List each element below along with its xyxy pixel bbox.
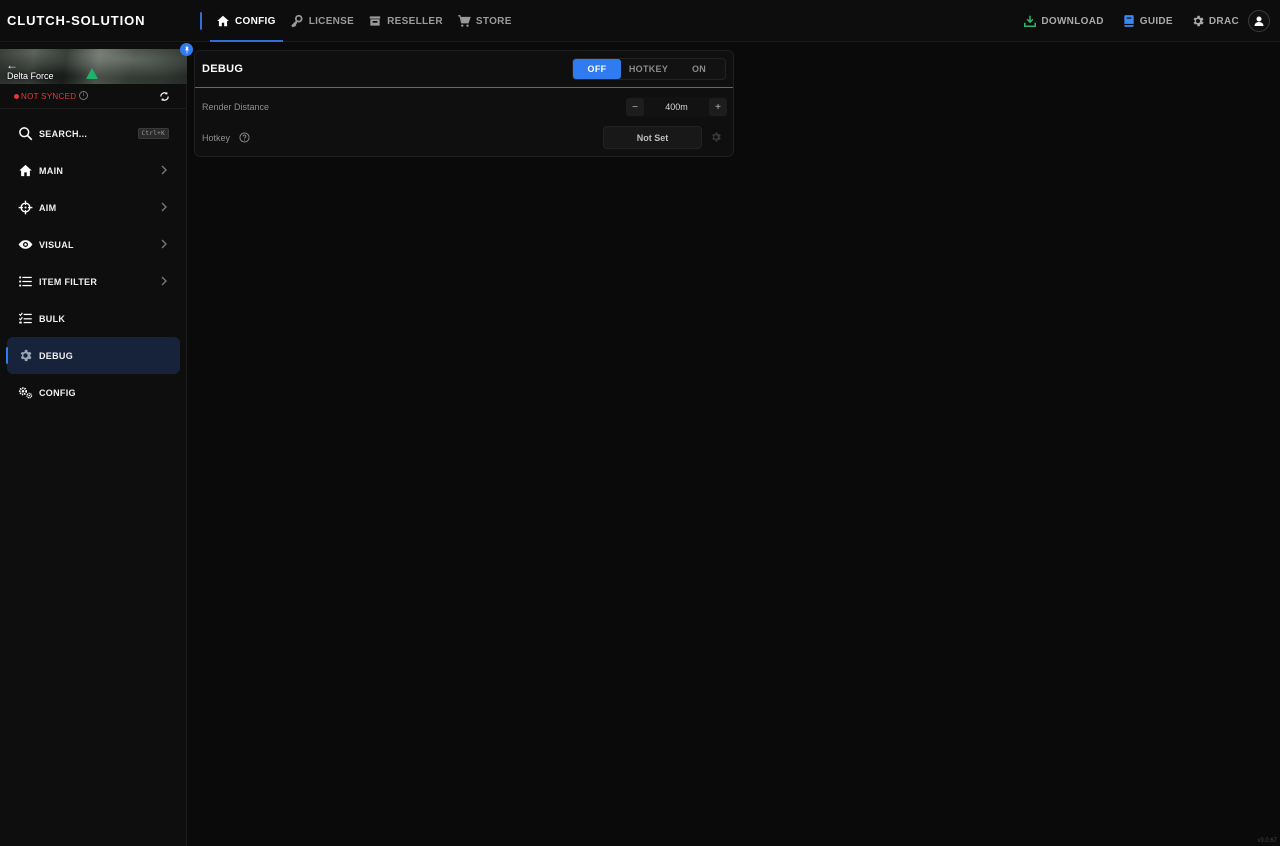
sidebar-item-item-filter[interactable]: ITEM FILTER [7,263,180,300]
decrement-button[interactable]: − [626,98,644,116]
nav-config[interactable]: CONFIG [210,0,283,42]
sidebar-item-debug[interactable]: DEBUG [6,337,180,374]
game-banner[interactable]: ← Delta Force [0,49,187,84]
crosshair-icon [18,200,32,215]
sidebar-item-main[interactable]: MAIN [7,152,180,189]
download-icon [1024,15,1037,28]
download-label: DOWNLOAD [1041,15,1104,27]
chevron-right-icon [161,165,167,175]
sidebar-item-config[interactable]: CONFIG [7,374,180,411]
nav-reseller[interactable]: RESELLER [361,0,450,42]
gear-icon [20,349,32,362]
guide-label: GUIDE [1139,15,1173,27]
sidebar-item-label: DEBUG [39,350,74,361]
sidebar-item-bulk[interactable]: BULK [7,300,180,337]
home-icon [18,164,32,177]
sidebar-item-label: VISUAL [39,239,74,250]
game-name: Delta Force [7,71,54,81]
nav-reseller-label: RESELLER [387,15,443,27]
sidebar-item-visual[interactable]: VISUAL [7,226,180,263]
mode-off-button[interactable]: OFF [573,59,621,79]
key-icon [290,14,303,28]
user-settings-button[interactable]: DRAC [1182,0,1248,42]
render-distance-label: Render Distance [202,102,270,112]
gears-icon [18,387,32,399]
nav-license-label: LICENSE [308,15,355,27]
render-distance-stepper: − 400m + [626,97,727,117]
hotkey-settings-gear-icon[interactable] [710,131,722,143]
gear-icon [1193,15,1204,27]
top-divider [200,12,202,30]
nav-config-label: CONFIG [235,15,276,27]
list-icon [18,276,32,287]
sidebar: ← Delta Force NOT SYNCED i SEARCH... Ctr… [0,43,193,846]
chevron-right-icon [161,276,167,286]
search-shortcut-badge: Ctrl+K [137,128,169,139]
sidebar-menu: SEARCH... Ctrl+K MAIN AIM VISUAL ITEM FI… [6,115,180,411]
mode-toggle: OFF HOTKEY ON [572,58,726,80]
info-icon[interactable]: i [79,91,88,100]
sidebar-item-label: BULK [39,313,66,324]
sidebar-search-label: SEARCH... [39,128,88,139]
home-icon [217,15,229,27]
brand-title: CLUTCH-SOLUTION [7,13,146,28]
sidebar-item-label: MAIN [39,165,64,176]
version-label: v3.0.67 [1257,838,1277,844]
sidebar-item-label: ITEM FILTER [39,276,98,287]
game-logo-icon [86,68,98,79]
store-icon [369,16,381,26]
chevron-right-icon [161,202,167,212]
hotkey-label: Hotkey [202,133,231,143]
chevron-right-icon [161,239,167,249]
mode-hotkey-button[interactable]: HOTKEY [621,59,676,79]
panel-header: DEBUG OFF HOTKEY ON [195,51,733,88]
mode-on-button[interactable]: ON [676,59,722,79]
back-arrow-icon[interactable]: ← [6,59,18,71]
download-button[interactable]: DOWNLOAD [1014,0,1112,42]
sidebar-item-label: CONFIG [39,387,76,398]
nav-license[interactable]: LICENSE [283,0,361,42]
nav-store-label: STORE [475,15,512,27]
hotkey-button[interactable]: Not Set [603,126,702,149]
user-icon [1254,16,1264,26]
nav-store[interactable]: STORE [450,0,519,42]
increment-button[interactable]: + [709,98,727,116]
top-nav: CONFIG LICENSE RESELLER STORE [210,0,519,42]
panel-title: DEBUG [202,63,244,75]
cart-icon [458,15,471,27]
refresh-icon[interactable] [159,91,170,102]
book-icon [1124,15,1134,27]
sync-status-text: NOT SYNCED [21,92,77,101]
avatar[interactable] [1248,10,1270,32]
pin-button[interactable] [180,43,193,56]
checklist-icon [18,312,32,324]
status-dot [14,94,19,99]
guide-button[interactable]: GUIDE [1113,0,1182,42]
eye-icon [18,240,32,249]
debug-panel: DEBUG OFF HOTKEY ON Render Distance − 40… [194,50,734,157]
top-right-actions: DOWNLOAD GUIDE DRAC [1014,0,1270,42]
search-icon [18,127,32,141]
render-distance-value[interactable]: 400m [644,102,709,112]
top-bar: CLUTCH-SOLUTION CONFIG LICENSE RESELLER … [0,0,1280,42]
help-icon[interactable] [239,132,250,143]
sidebar-item-aim[interactable]: AIM [7,189,180,226]
sidebar-search[interactable]: SEARCH... Ctrl+K [7,115,180,152]
user-name: DRAC [1208,15,1239,27]
pin-icon [184,46,189,53]
sidebar-item-label: AIM [39,202,57,213]
sync-status-row: NOT SYNCED i [0,86,187,109]
